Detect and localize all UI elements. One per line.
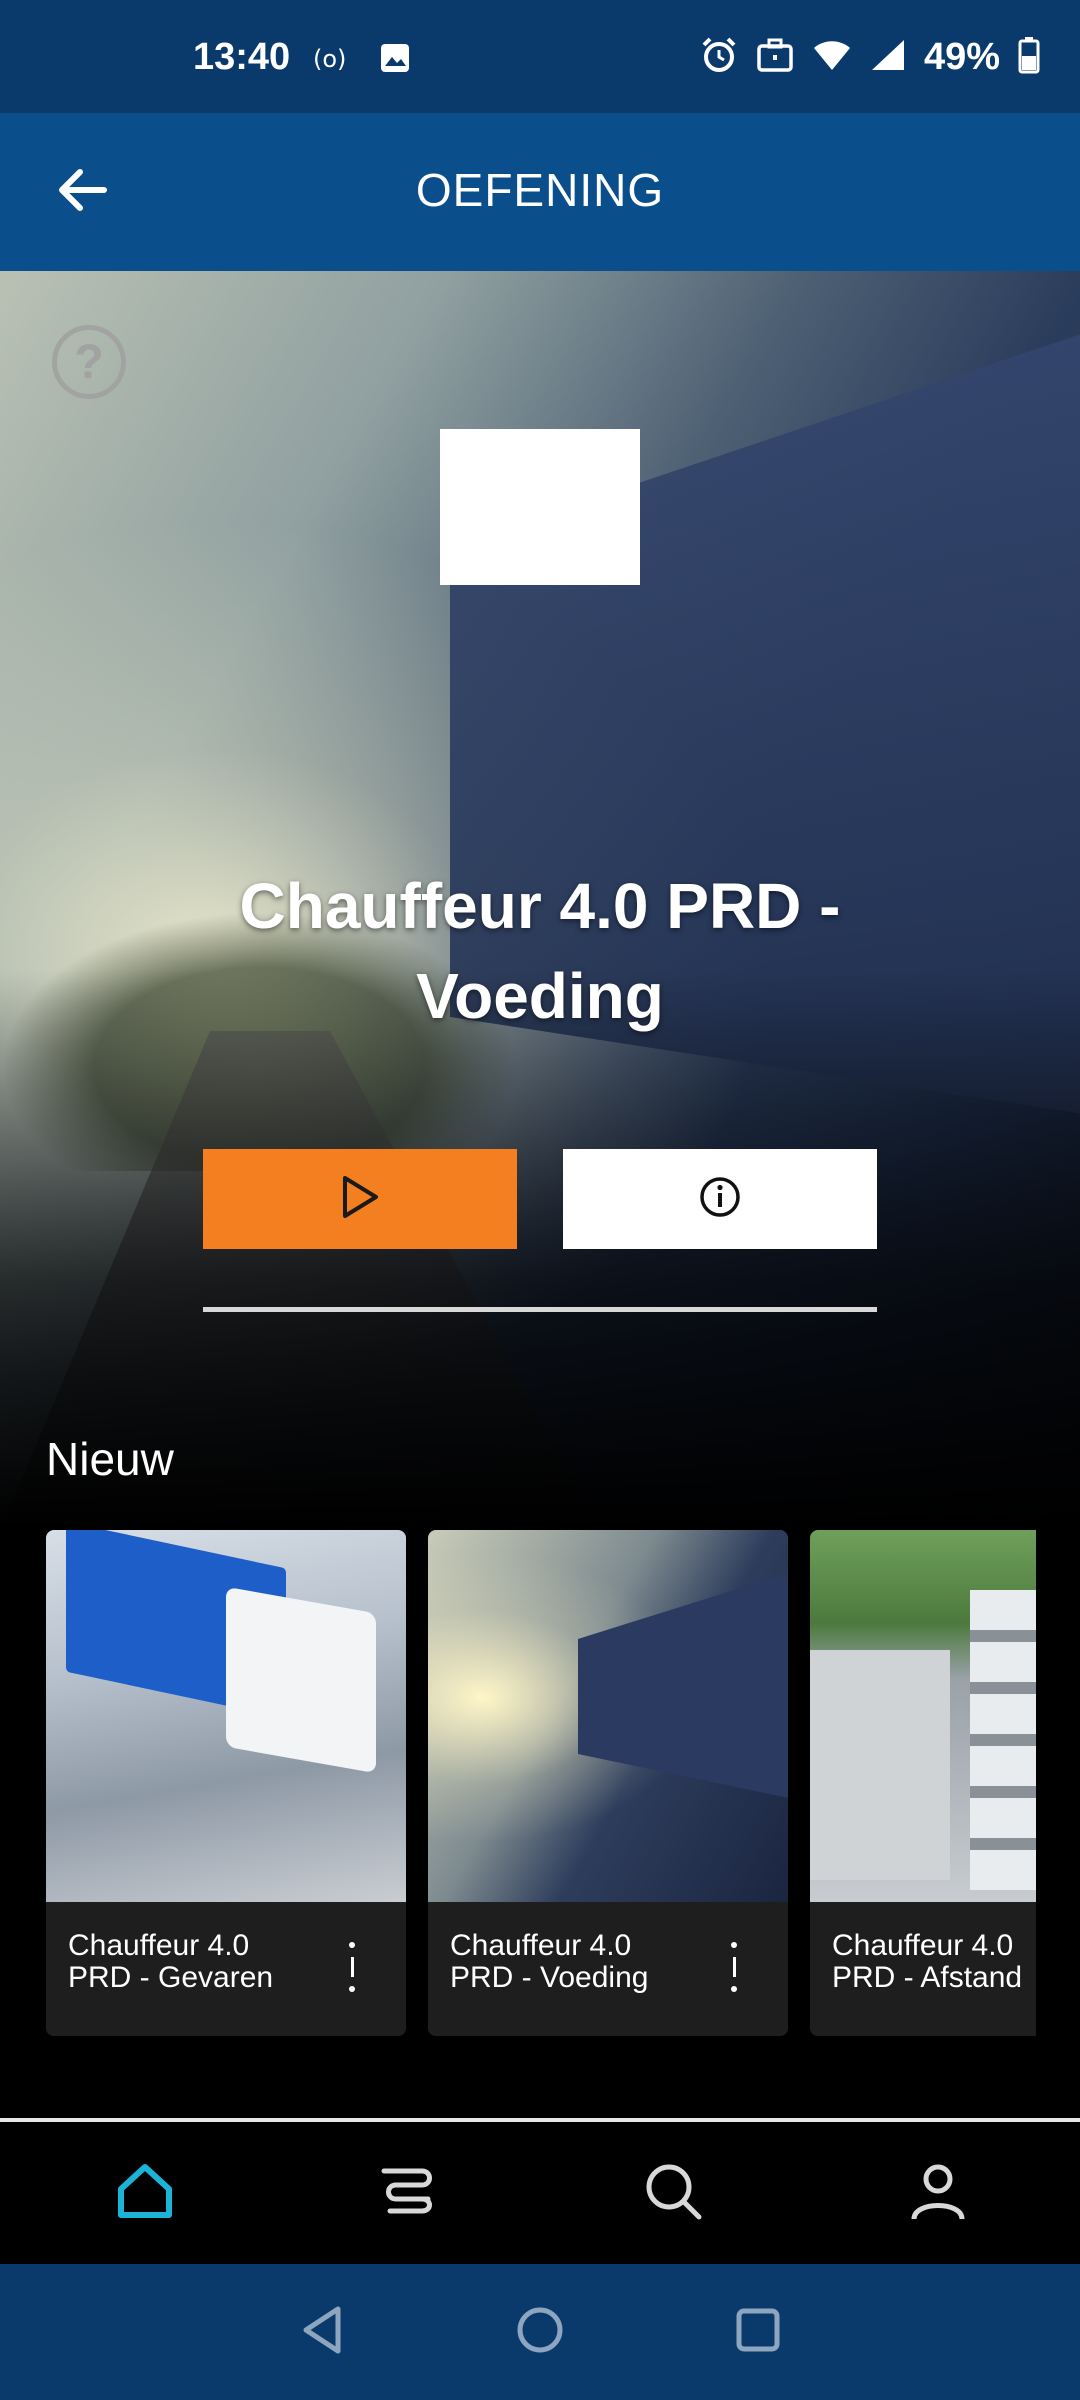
status-time: 13:40 — [193, 36, 291, 78]
battery-icon — [1018, 36, 1040, 79]
signal-icon — [870, 38, 906, 77]
alarm-icon — [700, 36, 738, 79]
course-card-title: Chauffeur 4.0 PRD - Gevaren — [68, 1929, 274, 1994]
status-bar: 13:40 (o) 49% — [0, 0, 1080, 113]
system-recents-button[interactable] — [728, 2302, 788, 2362]
nav-search[interactable] — [538, 2122, 808, 2264]
question-circle-icon: ? — [74, 335, 104, 389]
course-carousel[interactable]: Chauffeur 4.0 PRD - Gevaren Chauffeur 4.… — [46, 1530, 1036, 2038]
page-title: OEFENING — [415, 164, 665, 216]
course-card[interactable]: Chauffeur 4.0 PRD - Gevaren — [46, 1530, 406, 2036]
info-circle-icon — [699, 1176, 741, 1223]
bottom-navigation — [0, 2122, 1080, 2264]
hero-title: Chauffeur 4.0 PRD - Voeding — [239, 870, 841, 1032]
search-icon — [641, 2159, 705, 2228]
app-bar: OEFENING — [0, 113, 1080, 271]
hero-banner: ? Chauffeur 4.0 PRD - Voeding — [0, 271, 1080, 1530]
course-thumbnail — [810, 1530, 1036, 1902]
help-button[interactable]: ? — [52, 325, 126, 399]
recents-icon — [734, 2306, 782, 2359]
course-thumbnail — [46, 1530, 406, 1902]
course-card-title: Chauffeur 4.0 PRD - Voeding — [450, 1929, 649, 1994]
course-card[interactable]: Chauffeur 4.0 PRD - Voeding — [428, 1530, 788, 2036]
play-button[interactable] — [203, 1149, 517, 1249]
more-options-icon[interactable] — [724, 1942, 744, 1992]
info-button[interactable] — [563, 1149, 877, 1249]
play-icon — [340, 1174, 380, 1225]
system-home-button[interactable] — [510, 2302, 570, 2362]
back-icon — [300, 2305, 344, 2360]
nav-home[interactable] — [10, 2122, 280, 2264]
system-back-button[interactable] — [292, 2302, 352, 2362]
progress-bar — [203, 1307, 877, 1312]
radio-icon: (o) — [313, 43, 355, 78]
svg-text:(o): (o) — [313, 45, 346, 73]
home-circle-icon — [515, 2305, 565, 2360]
battery-percentage: 49% — [923, 36, 1000, 78]
wifi-icon — [812, 38, 852, 77]
image-icon — [379, 42, 411, 79]
system-navigation-bar — [0, 2264, 1080, 2400]
nav-profile[interactable] — [803, 2122, 1073, 2264]
section-title: Nieuw — [46, 1433, 174, 1485]
briefcase-icon — [756, 37, 794, 78]
course-thumbnail — [428, 1530, 788, 1902]
course-card-title: Chauffeur 4.0 PRD - Afstand — [832, 1929, 1023, 1994]
more-options-icon[interactable] — [342, 1942, 362, 1992]
profile-icon — [906, 2159, 970, 2228]
course-card[interactable]: Chauffeur 4.0 PRD - Afstand — [810, 1530, 1036, 2036]
nav-library[interactable] — [273, 2122, 543, 2264]
home-icon — [113, 2159, 177, 2228]
course-logo — [440, 429, 640, 585]
library-icon — [376, 2159, 440, 2228]
